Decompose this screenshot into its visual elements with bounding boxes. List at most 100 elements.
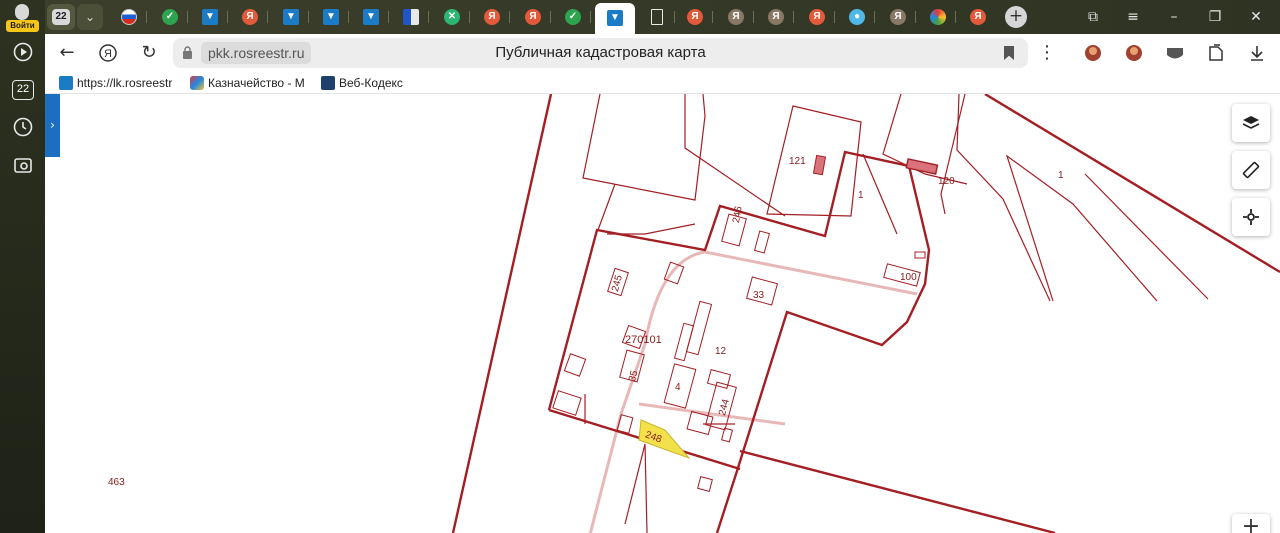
yandex-music-icon: Я [728, 9, 744, 25]
blue-circle-icon: ● [849, 9, 865, 25]
tab[interactable]: Я [797, 5, 835, 29]
yandex-music-icon: Я [768, 9, 784, 25]
parcel-label: 1 [1058, 170, 1064, 181]
tab-list-chevron-down-icon[interactable]: ⌄ [77, 4, 103, 30]
yandex-home-icon[interactable]: Я [97, 42, 119, 64]
reload-icon[interactable]: ↻ [138, 42, 160, 64]
user-avatar-icon [15, 4, 29, 20]
layers-button[interactable] [1232, 104, 1270, 142]
check-icon: ✓ [565, 9, 581, 25]
parcel-label: 120 [938, 176, 955, 187]
bookmarks-bar: https://lk.rosreestr Казначейство - М Ве… [45, 72, 1280, 94]
tab[interactable] [391, 5, 429, 29]
tab[interactable]: ▼ [271, 5, 309, 29]
tab[interactable]: ✕ [432, 5, 470, 29]
document-icon [403, 9, 419, 25]
tab[interactable]: ▼ [190, 5, 228, 29]
ruler-icon [1242, 161, 1260, 179]
download-icon[interactable] [1247, 43, 1267, 63]
parcel-label: 1 [858, 190, 864, 201]
play-icon[interactable] [12, 41, 34, 63]
tab-count: 22 [52, 9, 70, 25]
tab-active[interactable]: ▼ [595, 3, 635, 34]
tab[interactable]: Я [958, 5, 996, 29]
shield-extension-icon[interactable] [1165, 43, 1185, 63]
profile-login-button[interactable]: Войти [6, 2, 39, 32]
yandex-icon: Я [484, 9, 500, 25]
parcel-label: 463 [108, 477, 125, 488]
bookmark-item[interactable]: https://lk.rosreestr [59, 75, 177, 91]
browser-sidebar: Войти 22 [0, 0, 45, 533]
tab[interactable]: Я [513, 5, 551, 29]
extension-icon[interactable] [1083, 43, 1103, 63]
bookmark-label: https://lk.rosreestr [77, 76, 173, 90]
tab-collections-icon[interactable]: ⧉ [1082, 7, 1104, 27]
tab[interactable]: ▼ [351, 5, 389, 29]
back-arrow-icon[interactable]: ← [56, 42, 78, 64]
tab[interactable]: Я [472, 5, 510, 29]
yandex-icon: Я [525, 9, 541, 25]
restore-window-icon[interactable]: ❐ [1204, 7, 1226, 27]
tab[interactable]: Я [756, 5, 794, 29]
treasury-icon [190, 76, 204, 90]
rosreestr-icon: ▼ [283, 9, 299, 25]
zoom-in-plus-icon[interactable]: + [1232, 514, 1270, 533]
rosreestr-icon [59, 76, 73, 90]
rosreestr-icon: ▼ [323, 9, 339, 25]
extension-icon[interactable] [1124, 43, 1144, 63]
rosreestr-icon: ▼ [202, 9, 218, 25]
minimize-icon[interactable]: – [1163, 7, 1185, 27]
tab-count-button[interactable]: 22 [47, 4, 75, 30]
locate-button[interactable] [1232, 198, 1270, 236]
tab[interactable]: ● [837, 5, 875, 29]
layers-icon [1242, 116, 1260, 129]
tab[interactable]: ✓ [553, 5, 591, 29]
parcel-label: 100 [900, 272, 917, 283]
new-tab-plus-icon[interactable]: + [1005, 6, 1027, 28]
history-clock-icon[interactable] [12, 116, 34, 138]
tab[interactable]: Я [716, 5, 754, 29]
cadastral-map[interactable]: 121 1 120 1 246 100 245 33 270101 12 35 … [45, 94, 1280, 533]
bookmark-item[interactable]: Веб-Кодекс [321, 75, 421, 91]
svg-text:Я: Я [104, 48, 112, 60]
yandex-music-icon: Я [890, 9, 906, 25]
tabs-count-icon[interactable]: 22 [12, 80, 34, 100]
tab[interactable]: Я [230, 5, 268, 29]
tab-strip: 22 ⌄ ✓ ▼ Я ▼ ▼ ▼ ✕ Я Я ✓ ▼ Я Я Я Я ● Я Я… [45, 0, 1280, 34]
tab[interactable] [637, 5, 675, 29]
colorful-icon [930, 9, 946, 25]
tab[interactable]: Я [878, 5, 916, 29]
screenshot-camera-icon[interactable] [12, 154, 34, 176]
bookmark-item[interactable]: Казначейство - М [190, 75, 308, 91]
green-circle-icon: ✕ [444, 9, 460, 25]
rosreestr-icon: ▼ [607, 10, 623, 26]
side-panel-toggle-chevron-right-icon[interactable]: › [45, 94, 60, 157]
close-window-icon[interactable]: ✕ [1245, 7, 1267, 27]
tab[interactable]: Я [675, 5, 713, 29]
codex-icon [321, 76, 335, 90]
page-title: Публичная кадастровая карта [495, 44, 706, 61]
parcel-label: 12 [715, 346, 727, 357]
parcel-label: 4 [675, 382, 681, 393]
login-label: Войти [6, 20, 39, 32]
tab[interactable]: ✓ [150, 5, 188, 29]
tab[interactable] [109, 5, 147, 29]
bookmark-label: Казначейство - М [208, 76, 305, 90]
check-icon: ✓ [162, 9, 178, 25]
yandex-icon: Я [809, 9, 825, 25]
address-bar[interactable]: pkk.rosreestr.ru Публичная кадастровая к… [173, 38, 1028, 68]
crosshair-icon [1243, 209, 1259, 225]
collections-icon[interactable] [1206, 43, 1226, 63]
parcel-label: 121 [789, 156, 806, 167]
yandex-icon: Я [687, 9, 703, 25]
measure-button[interactable] [1232, 151, 1270, 189]
tab[interactable]: ▼ [311, 5, 349, 29]
russia-flag-icon [121, 9, 137, 25]
blank-page-icon [651, 9, 663, 25]
menu-hamburger-icon[interactable]: ≡ [1122, 7, 1144, 27]
parcel-label: 33 [753, 290, 765, 301]
tab[interactable] [918, 5, 956, 29]
rosreestr-icon: ▼ [363, 9, 379, 25]
yandex-icon: Я [242, 9, 258, 25]
more-vertical-icon[interactable]: ⋮ [1036, 42, 1058, 64]
